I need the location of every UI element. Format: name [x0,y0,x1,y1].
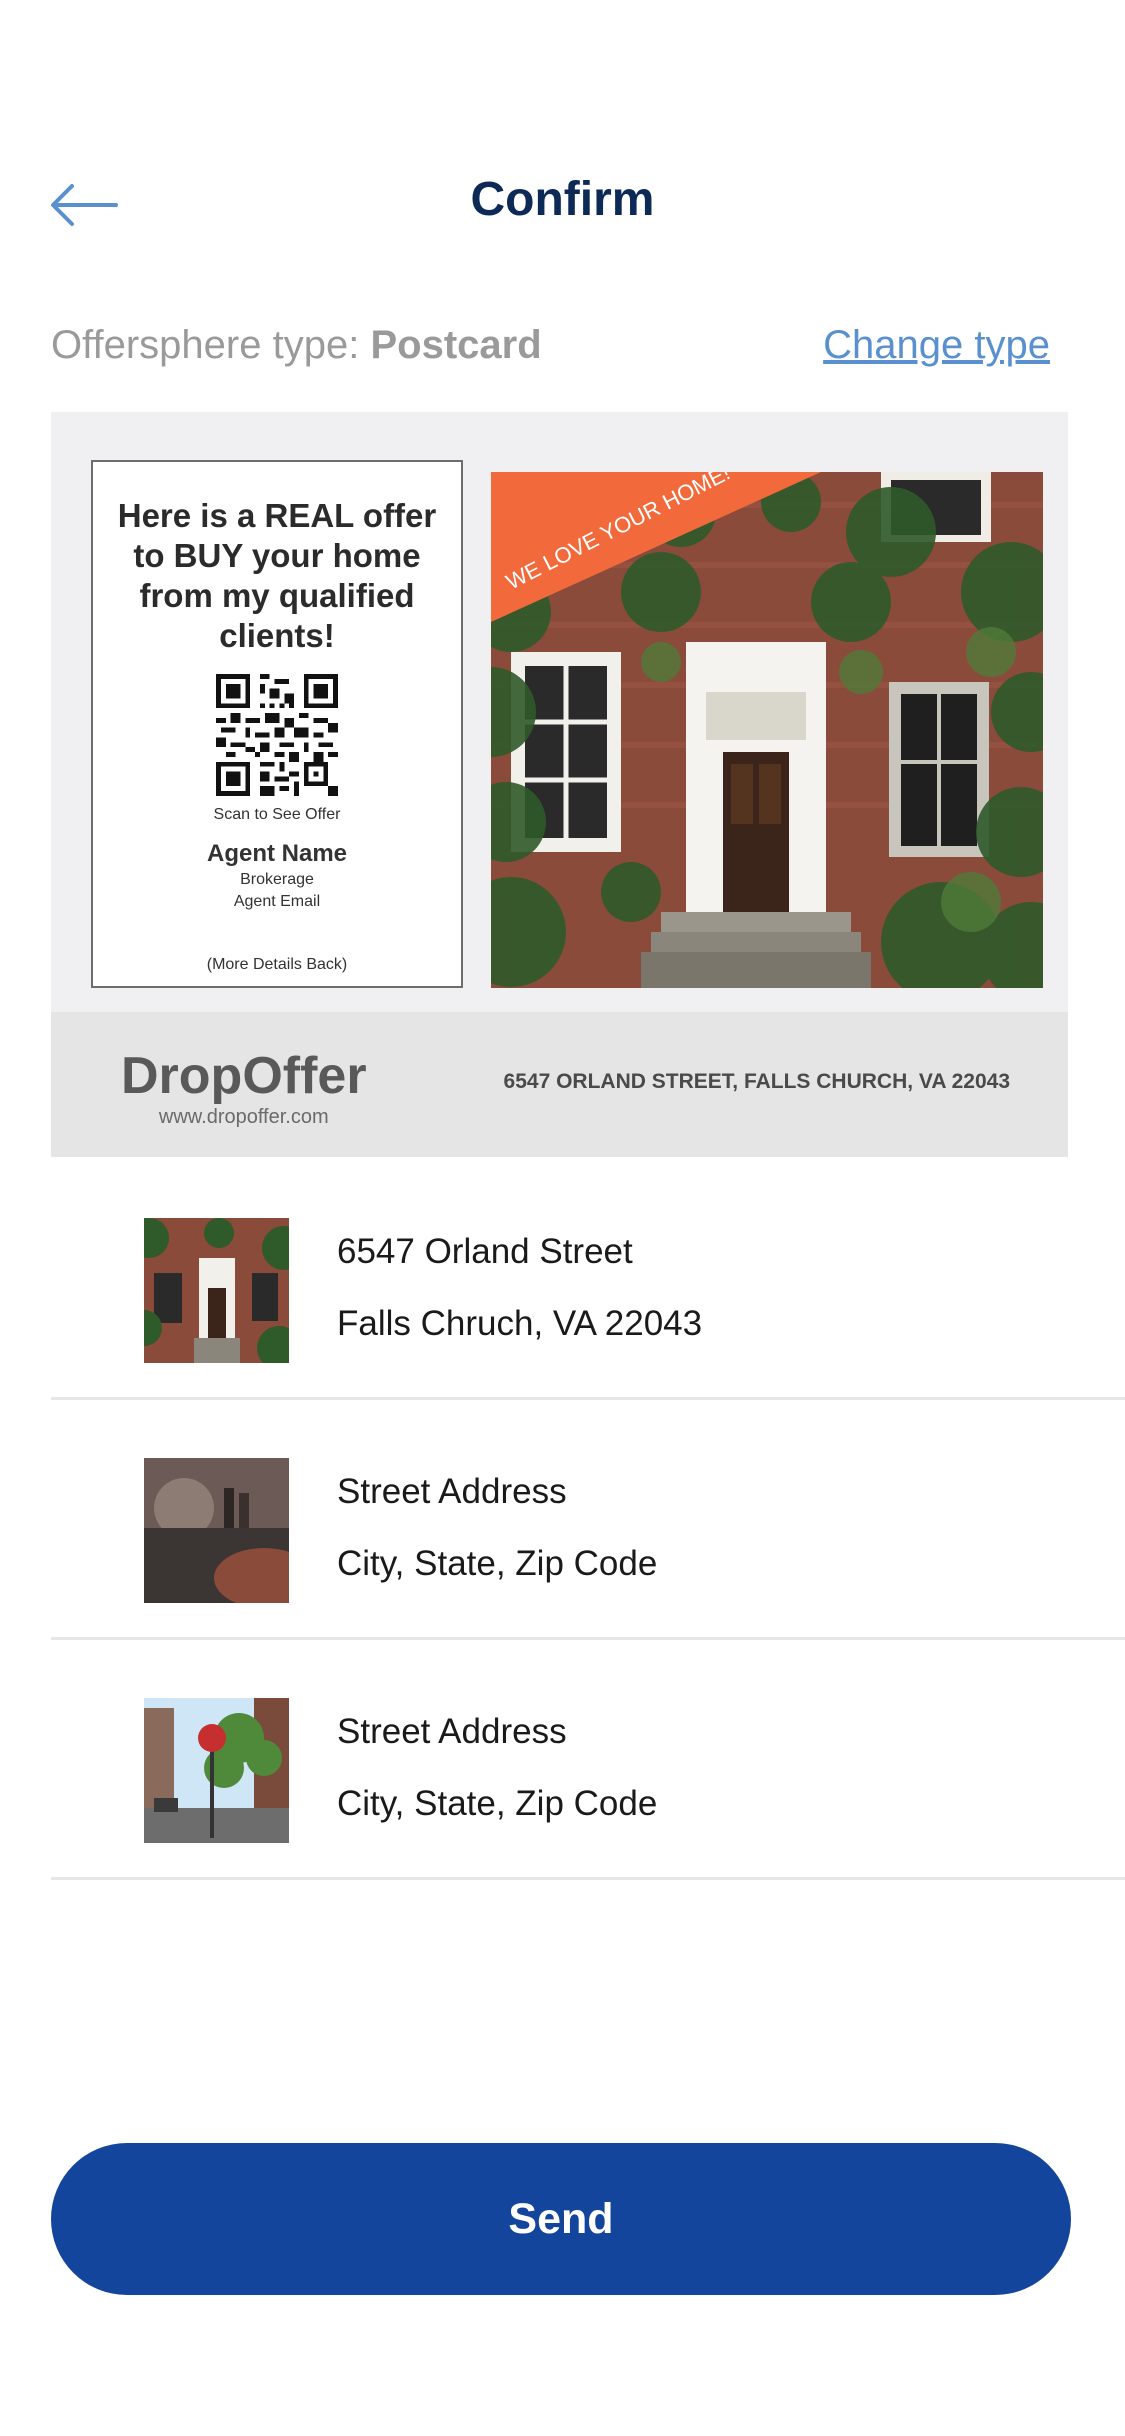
address-street: Street Address [337,1472,567,1511]
list-item[interactable]: Street Address City, State, Zip Code [51,1640,1125,1880]
logo-url: www.dropoffer.com [158,1106,329,1128]
dropoffer-logo: DropOffer www.dropoffer.com [121,1048,367,1129]
address-city: City, State, Zip Code [337,1544,658,1583]
offersphere-type-label: Offersphere type: Postcard [51,320,542,370]
address-thumbnail [144,1218,289,1363]
qr-code-icon [216,674,338,796]
scan-text: Scan to See Offer [213,806,341,823]
house-photo-image: WE LOVE YOUR HOME! [491,472,1043,988]
agent-email: Agent Email [233,893,321,910]
postcard-house-photo: WE LOVE YOUR HOME! [491,472,1043,988]
address-city: Falls Chruch, VA 22043 [337,1304,703,1343]
type-label-text: Offersphere type: [51,323,360,367]
list-item[interactable]: Street Address City, State, Zip Code [51,1400,1125,1640]
postcard-footer: DropOffer www.dropoffer.com 6547 ORLAND … [51,1012,1068,1157]
address-street: Street Address [337,1712,567,1751]
brokerage: Brokerage [240,871,314,888]
send-button[interactable]: Send [51,2143,1071,2295]
address-list: 6547 Orland Street Falls Chruch, VA 2204… [51,1160,1125,1880]
agent-name: Agent Name [206,840,348,867]
more-details-note: (More Details Back) [206,956,348,973]
address-thumbnail [144,1698,289,1843]
list-item[interactable]: 6547 Orland Street Falls Chruch, VA 2204… [51,1160,1125,1400]
address-city: City, State, Zip Code [337,1784,658,1823]
postcard-preview: Here is a REAL offer to BUY your home fr… [51,412,1068,1157]
header: Confirm [0,150,1125,260]
change-type-link[interactable]: Change type [823,320,1050,370]
logo-text: DropOffer [121,1047,367,1105]
type-value: Postcard [370,323,542,367]
page-title: Confirm [470,173,655,226]
postcard-address: 6547 ORLAND STREET, FALLS CHURCH, VA 220… [503,1070,1010,1093]
address-thumbnail [144,1458,289,1603]
address-street: 6547 Orland Street [337,1232,633,1271]
postcard-headline: Here is a REAL offer to BUY your home fr… [117,497,437,654]
postcard-front-panel: Here is a REAL offer to BUY your home fr… [91,460,463,988]
offersphere-type-row: Offersphere type: Postcard Change type [51,320,1051,380]
